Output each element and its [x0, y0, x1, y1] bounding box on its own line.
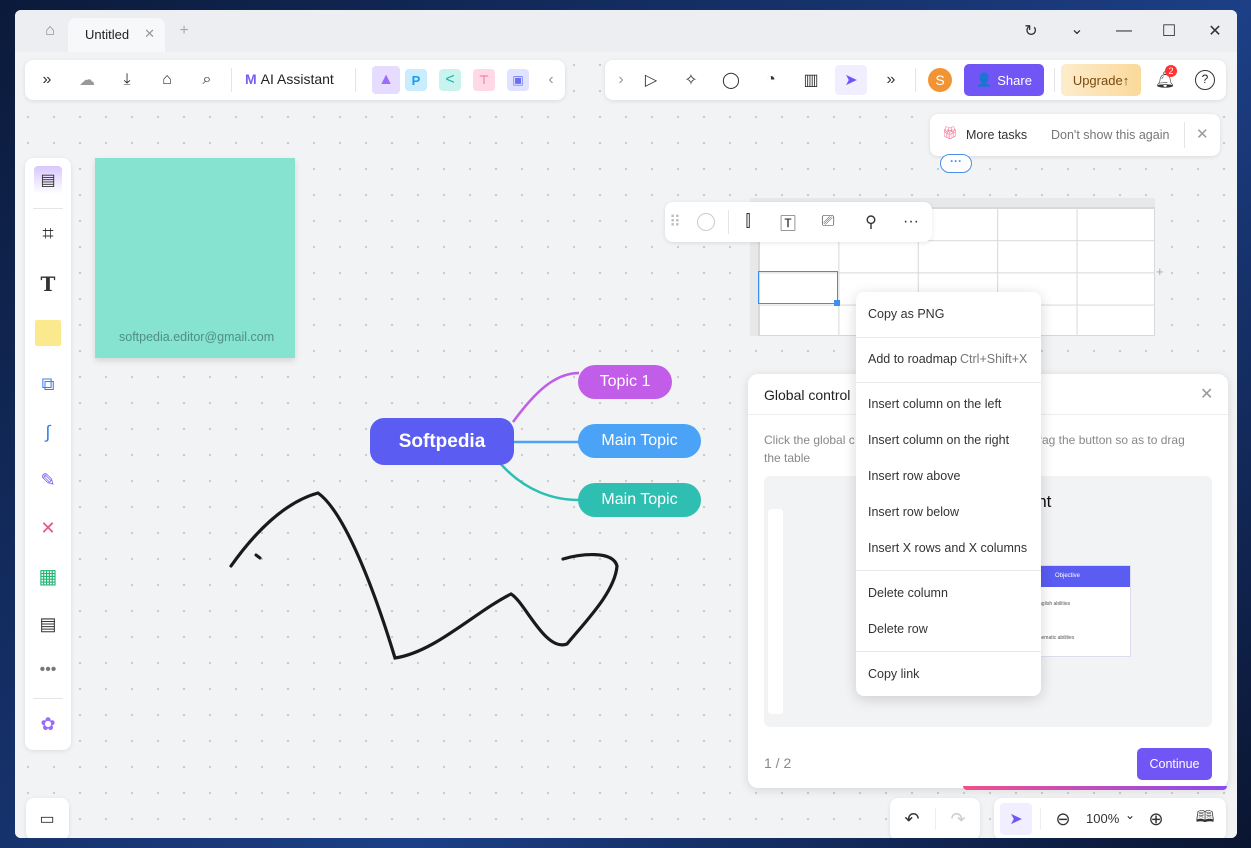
whiteboard-canvas[interactable]: » ☁ ⤓ ⌂ ⌕ M AI Assistant ▲ P < ⊤ ▣ ‹ › ▷ …	[15, 52, 1237, 838]
zoom-dropdown-icon[interactable]: ⌄	[1125, 808, 1135, 822]
freehand-dot[interactable]	[254, 553, 262, 560]
app-window: ⌂ Untitled ✕ + ↻ ⌄ — ☐ ✕ » ☁ ⤓ ⌂ ⌕ M AI As…	[15, 10, 1237, 838]
divider	[1040, 808, 1041, 830]
menu-delete-column[interactable]: Delete column	[868, 586, 948, 600]
minimap-toggle[interactable]: ▭	[26, 798, 69, 838]
link-icon[interactable]: ⚲	[857, 208, 885, 236]
mindmap-topic-1[interactable]: Topic 1	[578, 365, 672, 399]
close-tab-icon[interactable]: ✕	[144, 26, 155, 42]
divider	[856, 382, 1041, 383]
guide-text-right: rag the button so as to drag	[1038, 433, 1185, 447]
divider	[728, 210, 729, 234]
divider	[856, 570, 1041, 571]
dropdown-icon[interactable]: ⌄	[1063, 15, 1091, 43]
map-icon[interactable]: 🕮	[1191, 805, 1219, 833]
minimize-button[interactable]: —	[1110, 17, 1138, 45]
guide-accent-bar	[963, 786, 1227, 790]
screen-icon: ▭	[39, 811, 55, 828]
format-painter-icon[interactable]: ⎚	[814, 208, 842, 236]
mindmap-main-topic-2[interactable]: Main Topic	[578, 483, 701, 517]
menu-insert-rows-columns[interactable]: Insert X rows and X columns	[868, 541, 1027, 555]
maximize-button[interactable]: ☐	[1155, 17, 1183, 45]
selected-cell[interactable]	[758, 271, 838, 304]
title-bar: ⌂ Untitled ✕ + ↻ ⌄ — ☐ ✕	[15, 10, 1237, 52]
menu-delete-row[interactable]: Delete row	[868, 622, 928, 636]
align-icon[interactable]: ⫿	[734, 208, 762, 236]
divider	[856, 651, 1041, 652]
close-guide-icon[interactable]: ✕	[1200, 384, 1213, 404]
mindmap-root[interactable]: Softpedia	[370, 418, 514, 465]
menu-insert-row-below[interactable]: Insert row below	[868, 505, 959, 519]
context-menu: Copy as PNG Add to roadmap Ctrl+Shift+X …	[856, 292, 1041, 696]
close-window-button[interactable]: ✕	[1201, 17, 1229, 45]
guide-text-line2: the table	[764, 451, 811, 465]
menu-shortcut: Ctrl+Shift+X	[960, 352, 1028, 366]
zoom-out-icon[interactable]: ⊖	[1049, 805, 1077, 833]
undo-icon[interactable]: ↶	[898, 805, 926, 833]
table-toolbar: ⠿ ⫿ 🅃 ⎚ ⚲ ···	[665, 202, 932, 242]
drag-handle-icon[interactable]: ⠿	[667, 208, 683, 236]
menu-insert-column-right[interactable]: Insert column on the right	[868, 433, 1009, 447]
mindmap-main-topic-1[interactable]: Main Topic	[578, 424, 701, 458]
menu-insert-row-above[interactable]: Insert row above	[868, 469, 960, 483]
guide-title: Global control	[764, 387, 851, 403]
cell-resize-handle[interactable]	[834, 300, 840, 306]
divider	[935, 808, 936, 830]
tab-label: Untitled	[85, 27, 130, 42]
add-column-icon[interactable]: +	[1156, 264, 1164, 279]
home-icon[interactable]: ⌂	[36, 17, 64, 45]
select-tool-icon[interactable]: ➤	[1000, 803, 1032, 835]
fill-color-icon[interactable]	[697, 213, 715, 231]
guide-text-left: Click the global c	[764, 433, 855, 447]
new-tab-button[interactable]: +	[170, 17, 198, 45]
tab-untitled[interactable]: Untitled ✕	[68, 18, 165, 52]
preview-tool-rail	[768, 509, 783, 714]
zoom-controls: ➤ ⊖ 100% ⌄ ⊕ 🕮	[994, 798, 1226, 838]
menu-copy-link[interactable]: Copy link	[868, 667, 919, 681]
divider	[856, 337, 1041, 338]
more-options-icon[interactable]: ···	[897, 208, 925, 236]
menu-copy-as-png[interactable]: Copy as PNG	[868, 307, 944, 321]
zoom-level[interactable]: 100%	[1086, 811, 1119, 826]
refresh-icon[interactable]: ↻	[1017, 17, 1045, 45]
history-controls: ↶ ↷	[890, 798, 980, 838]
guide-pager: 1 / 2	[764, 755, 792, 771]
redo-icon[interactable]: ↷	[944, 805, 972, 833]
text-style-icon[interactable]: 🅃	[774, 208, 802, 236]
connector-topic-1	[511, 371, 580, 423]
freehand-drawing[interactable]	[229, 491, 619, 660]
menu-add-to-roadmap[interactable]: Add to roadmap	[868, 352, 957, 366]
connector-main-topic-2	[498, 461, 580, 502]
zoom-in-icon[interactable]: ⊕	[1142, 805, 1170, 833]
continue-button[interactable]: Continue	[1137, 748, 1212, 780]
menu-insert-column-left[interactable]: Insert column on the left	[868, 397, 1001, 411]
